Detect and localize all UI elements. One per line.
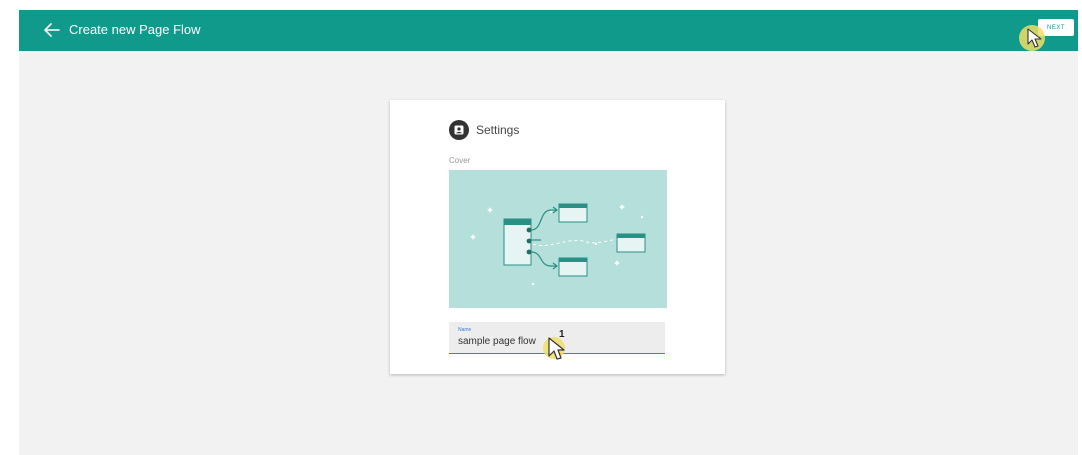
- settings-heading: Settings: [476, 123, 520, 137]
- app-window: Create new Page Flow NEXT Settings Cover: [19, 10, 1078, 455]
- name-field-label: Name: [458, 327, 472, 333]
- mouse-pointer-icon: [548, 337, 565, 360]
- cover-label: Cover: [449, 156, 471, 165]
- back-button[interactable]: [39, 18, 65, 42]
- profile-badge-icon: [449, 120, 469, 140]
- top-app-bar: Create new Page Flow NEXT: [19, 10, 1078, 51]
- arrow-left-icon: [44, 23, 60, 37]
- page-title: Create new Page Flow: [69, 22, 201, 37]
- page-flow-illustration: [470, 203, 646, 286]
- mouse-pointer-icon: [1027, 28, 1042, 48]
- cover-image[interactable]: [449, 170, 667, 308]
- settings-card: Settings Cover Name sample page flow: [390, 100, 725, 374]
- name-input[interactable]: sample page flow: [458, 336, 536, 348]
